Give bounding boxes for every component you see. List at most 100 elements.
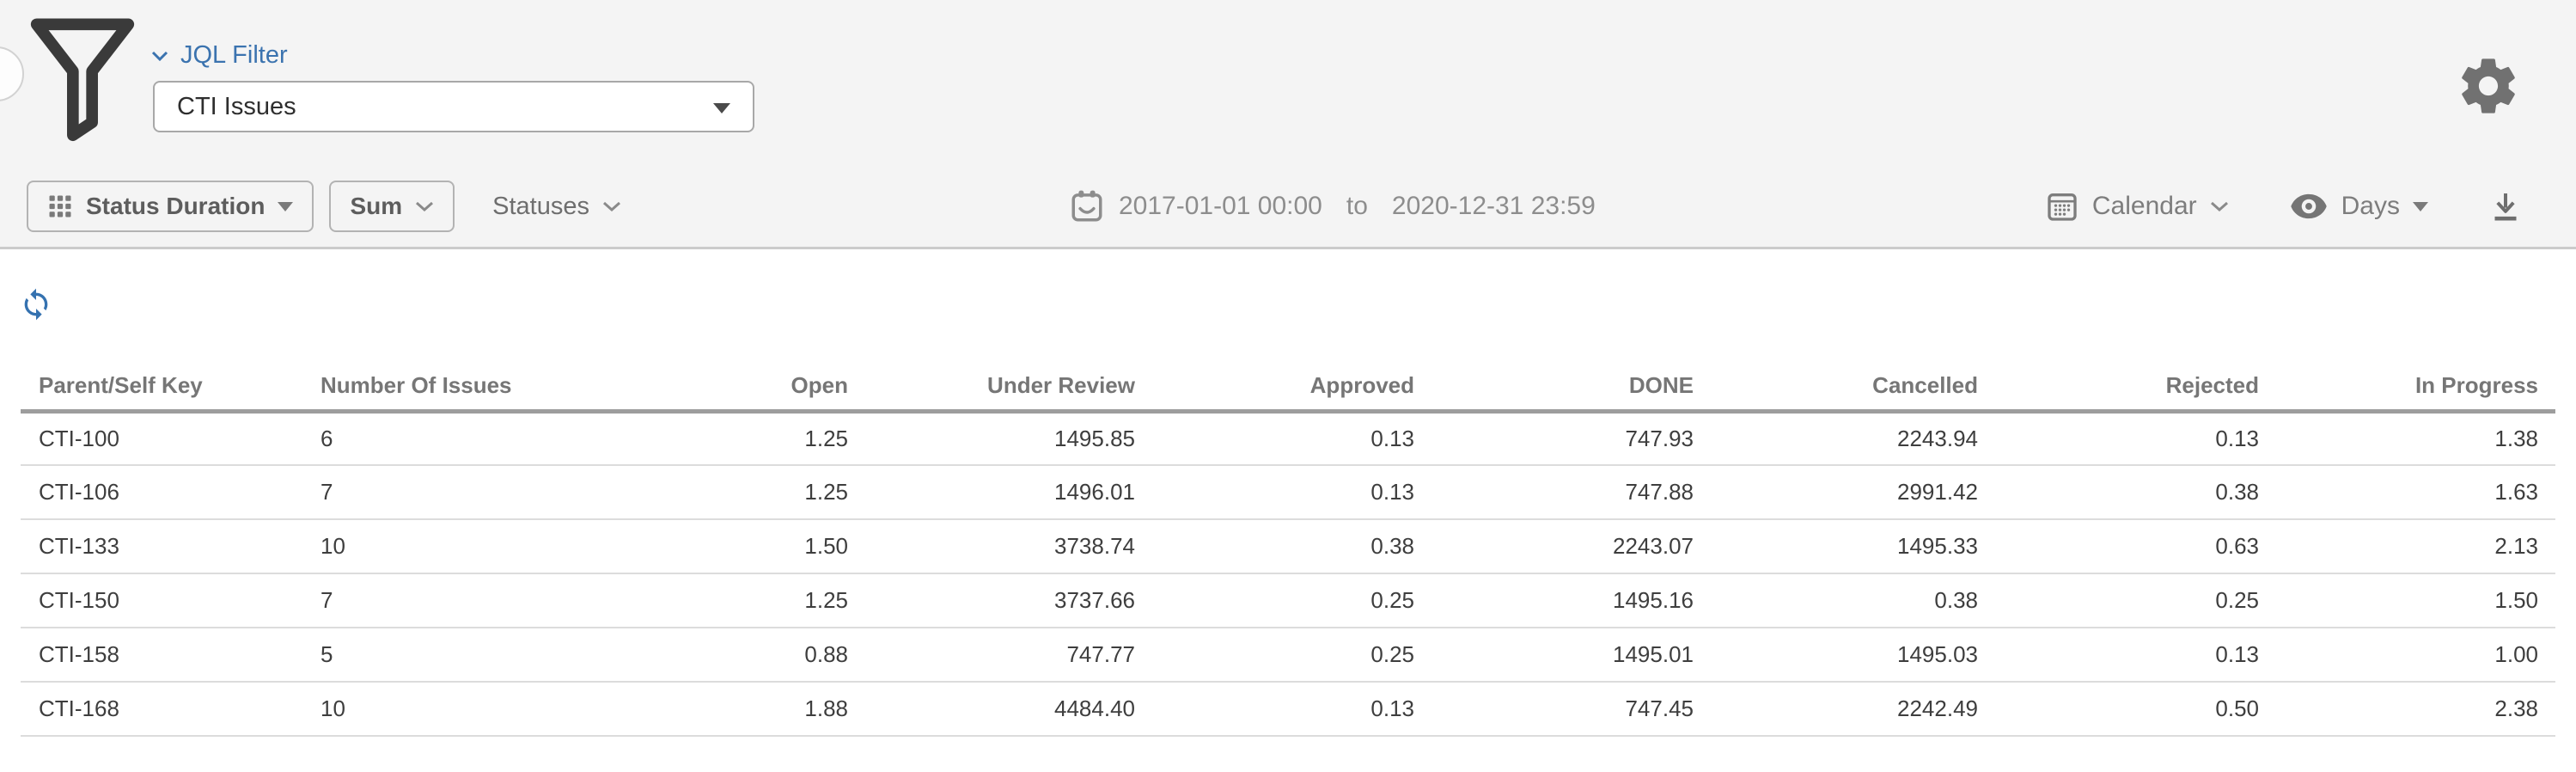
calendar-grid-icon xyxy=(2045,189,2079,224)
cell: 2243.94 xyxy=(1694,411,1978,465)
cell: 0.25 xyxy=(1135,628,1414,682)
cell: 0.13 xyxy=(1135,411,1414,465)
cell: 0.38 xyxy=(1978,465,2259,519)
cell: 747.45 xyxy=(1414,682,1694,736)
caret-down-icon xyxy=(278,202,293,211)
date-separator: to xyxy=(1346,192,1368,221)
cell: 0.88 xyxy=(571,628,848,682)
download-button[interactable] xyxy=(2488,189,2523,224)
filter-select[interactable]: CTI Issues xyxy=(153,81,754,132)
cell: 0.25 xyxy=(1978,573,2259,628)
unit-label: Days xyxy=(2341,192,2400,221)
date-range-picker[interactable]: 2017-01-01 00:00 to 2020-12-31 23:59 xyxy=(1069,181,1596,232)
column-header: Number Of Issues xyxy=(302,363,571,411)
cell: 0.63 xyxy=(1978,519,2259,573)
cell: 3738.74 xyxy=(848,519,1135,573)
cell: 1495.85 xyxy=(848,411,1135,465)
filter-icon xyxy=(29,15,136,146)
cell: 1.50 xyxy=(571,519,848,573)
cell: 1.88 xyxy=(571,682,848,736)
refresh-button[interactable] xyxy=(19,287,53,322)
cell: 2.38 xyxy=(2259,682,2555,736)
cell: 7 xyxy=(302,573,571,628)
unit-dropdown[interactable]: Days xyxy=(2289,192,2428,221)
cell: 1.25 xyxy=(571,411,848,465)
cell: 2243.07 xyxy=(1414,519,1694,573)
chevron-down-icon xyxy=(415,200,434,212)
cell: 2991.42 xyxy=(1694,465,1978,519)
view-mode-dropdown[interactable]: Calendar xyxy=(2045,189,2229,224)
statuses-label: Statuses xyxy=(492,193,589,221)
cell: CTI-106 xyxy=(21,465,302,519)
cell: 747.93 xyxy=(1414,411,1694,465)
gadget-type-button[interactable]: Status Duration xyxy=(27,181,314,232)
cell: 1.63 xyxy=(2259,465,2555,519)
cell: 1495.16 xyxy=(1414,573,1694,628)
cell: 1496.01 xyxy=(848,465,1135,519)
jql-filter-toggle[interactable]: JQL Filter xyxy=(151,41,288,70)
jql-filter-label: JQL Filter xyxy=(180,41,288,70)
cell: 747.77 xyxy=(848,628,1135,682)
cell: 6 xyxy=(302,411,571,465)
column-header: DONE xyxy=(1414,363,1694,411)
cell: 1.25 xyxy=(571,465,848,519)
cell: 1.50 xyxy=(2259,573,2555,628)
cell: 2242.49 xyxy=(1694,682,1978,736)
settings-button[interactable] xyxy=(2456,53,2521,119)
cell: 3737.66 xyxy=(848,573,1135,628)
cell: 747.88 xyxy=(1414,465,1694,519)
cell: 0.38 xyxy=(1694,573,1978,628)
date-from: 2017-01-01 00:00 xyxy=(1119,192,1322,221)
cell: 0.13 xyxy=(1135,465,1414,519)
view-mode-label: Calendar xyxy=(2092,192,2197,221)
statuses-dropdown[interactable]: Statuses xyxy=(492,193,621,221)
table-row: CTI-10061.251495.850.13747.932243.940.13… xyxy=(21,411,2555,465)
column-header: Cancelled xyxy=(1694,363,1978,411)
cell: 0.25 xyxy=(1135,573,1414,628)
cell: 0.13 xyxy=(1978,411,2259,465)
cell: 10 xyxy=(302,682,571,736)
cell: 1495.33 xyxy=(1694,519,1978,573)
status-duration-table: Parent/Self KeyNumber Of IssuesOpenUnder… xyxy=(21,363,2555,737)
cell: CTI-158 xyxy=(21,628,302,682)
cell: 1.00 xyxy=(2259,628,2555,682)
table-row: CTI-168101.884484.400.13747.452242.490.5… xyxy=(21,682,2555,736)
cell: CTI-100 xyxy=(21,411,302,465)
chevron-down-icon xyxy=(602,200,621,212)
cell: 0.38 xyxy=(1135,519,1414,573)
cell: 0.50 xyxy=(1978,682,2259,736)
cell: 7 xyxy=(302,465,571,519)
aggregation-button[interactable]: Sum xyxy=(329,181,455,232)
chevron-down-icon xyxy=(2210,200,2229,212)
chevron-down-icon xyxy=(151,50,168,62)
toolbar-left: Status Duration Sum Statuses xyxy=(27,181,621,232)
column-header: Open xyxy=(571,363,848,411)
cell: 0.13 xyxy=(1135,682,1414,736)
column-header: Parent/Self Key xyxy=(21,363,302,411)
table-body: CTI-10061.251495.850.13747.932243.940.13… xyxy=(21,411,2555,736)
cell: CTI-150 xyxy=(21,573,302,628)
cell: 10 xyxy=(302,519,571,573)
column-header: In Progress xyxy=(2259,363,2555,411)
table-row: CTI-10671.251496.010.13747.882991.420.38… xyxy=(21,465,2555,519)
table-header-row: Parent/Self KeyNumber Of IssuesOpenUnder… xyxy=(21,363,2555,411)
table-row: CTI-133101.503738.740.382243.071495.330.… xyxy=(21,519,2555,573)
cell: 1.25 xyxy=(571,573,848,628)
table-row: CTI-15850.88747.770.251495.011495.030.13… xyxy=(21,628,2555,682)
eye-icon xyxy=(2289,193,2329,220)
cell: CTI-133 xyxy=(21,519,302,573)
column-header: Under Review xyxy=(848,363,1135,411)
caret-down-icon xyxy=(713,103,730,113)
caret-down-icon xyxy=(2413,202,2428,211)
grid-icon xyxy=(47,193,73,219)
cell: 2.13 xyxy=(2259,519,2555,573)
panel-handle[interactable] xyxy=(0,46,24,101)
column-header: Approved xyxy=(1135,363,1414,411)
cell: 4484.40 xyxy=(848,682,1135,736)
table-row: CTI-15071.253737.660.251495.160.380.251.… xyxy=(21,573,2555,628)
topbar: JQL Filter CTI Issues Status Duration Su… xyxy=(0,0,2576,249)
aggregation-label: Sum xyxy=(350,193,402,220)
cell: 0.13 xyxy=(1978,628,2259,682)
cell: 5 xyxy=(302,628,571,682)
gadget-type-label: Status Duration xyxy=(86,193,265,220)
